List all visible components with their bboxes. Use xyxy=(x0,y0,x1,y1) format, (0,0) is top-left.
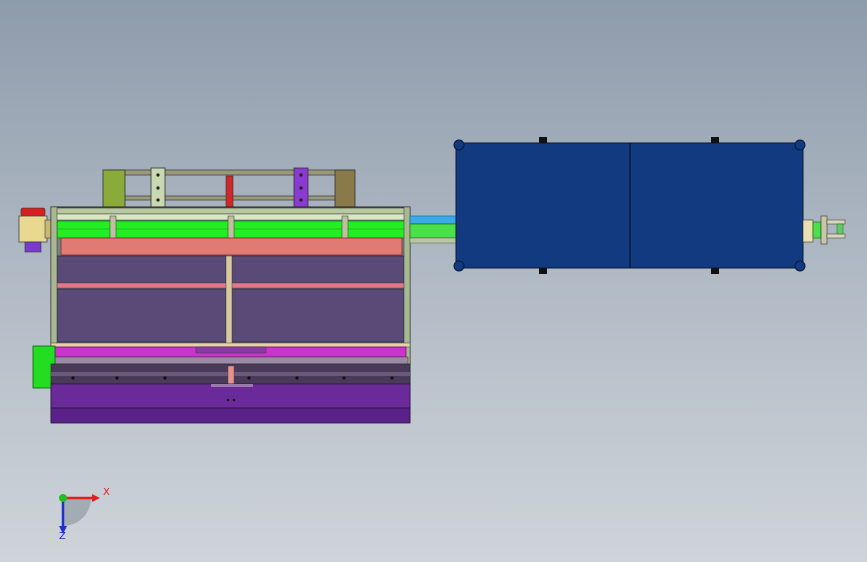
connecting-shaft xyxy=(409,215,457,244)
left-machine-assembly[interactable] xyxy=(18,167,411,424)
blue-cabinet[interactable] xyxy=(453,137,806,274)
axis-triad xyxy=(59,494,100,534)
salmon-plate xyxy=(60,237,403,256)
y-axis-dot xyxy=(59,494,67,502)
magenta-rail xyxy=(50,342,411,365)
triad-base xyxy=(63,498,91,526)
z-axis-label: Z xyxy=(59,531,66,542)
top-rail-assembly xyxy=(50,207,411,243)
cad-model-top-view[interactable] xyxy=(0,0,867,562)
graphics-viewport[interactable]: X Z xyxy=(0,0,867,562)
x-axis-arrowhead xyxy=(92,494,100,502)
right-end-fitting xyxy=(802,215,846,245)
x-axis-label: X xyxy=(103,487,110,498)
bottom-roller-base xyxy=(50,363,411,424)
upper-bracket-frame xyxy=(102,167,356,213)
left-motor-unit xyxy=(18,207,54,253)
